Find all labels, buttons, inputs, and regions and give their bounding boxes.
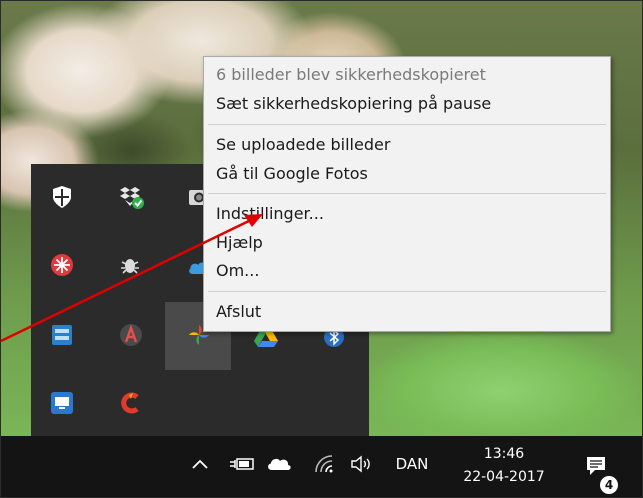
menu-separator: [208, 124, 606, 125]
menu-separator: [208, 193, 606, 194]
wifi-icon[interactable]: [311, 453, 337, 475]
menu-item-goto-google-photos[interactable]: Gå til Google Fotos: [216, 164, 368, 183]
menu-status-text: 6 billeder blev sikkerhedskopieret: [216, 65, 486, 84]
menu-item-view-uploaded[interactable]: Se uploadede billeder: [216, 135, 390, 154]
shield-icon[interactable]: [49, 184, 75, 210]
bug-icon[interactable]: [117, 252, 143, 278]
volume-icon[interactable]: [347, 453, 377, 475]
menu-item-settings[interactable]: Indstillinger...: [216, 204, 324, 223]
language-indicator[interactable]: DAN: [387, 453, 437, 475]
menu-item-quit[interactable]: Afslut: [216, 302, 261, 321]
battery-plug-icon[interactable]: [227, 453, 257, 475]
onedrive-cloud-icon[interactable]: [264, 453, 294, 475]
red-snowflake-icon[interactable]: [49, 252, 75, 278]
dropbox-icon[interactable]: [119, 184, 145, 210]
notification-count-badge: 4: [599, 475, 619, 495]
ccleaner-icon[interactable]: [118, 390, 144, 416]
menu-separator: [208, 291, 606, 292]
monitor-icon[interactable]: [49, 390, 75, 416]
clock-date[interactable]: 22-04-2017: [449, 467, 559, 487]
network-drive-icon[interactable]: [49, 322, 75, 348]
menu-item-help[interactable]: Hjælp: [216, 233, 263, 252]
menu-item-about[interactable]: Om...: [216, 261, 259, 280]
clock-time[interactable]: 13:46: [449, 444, 559, 464]
acrobat-icon[interactable]: [118, 322, 144, 348]
menu-item-pause-backup[interactable]: Sæt sikkerhedskopiering på pause: [216, 94, 491, 113]
context-menu: 6 billeder blev sikkerhedskopieret Sæt s…: [203, 56, 611, 332]
screenshot-frame: 6 billeder blev sikkerhedskopieret Sæt s…: [0, 0, 643, 498]
show-hidden-icons-chevron-icon[interactable]: [189, 453, 211, 475]
